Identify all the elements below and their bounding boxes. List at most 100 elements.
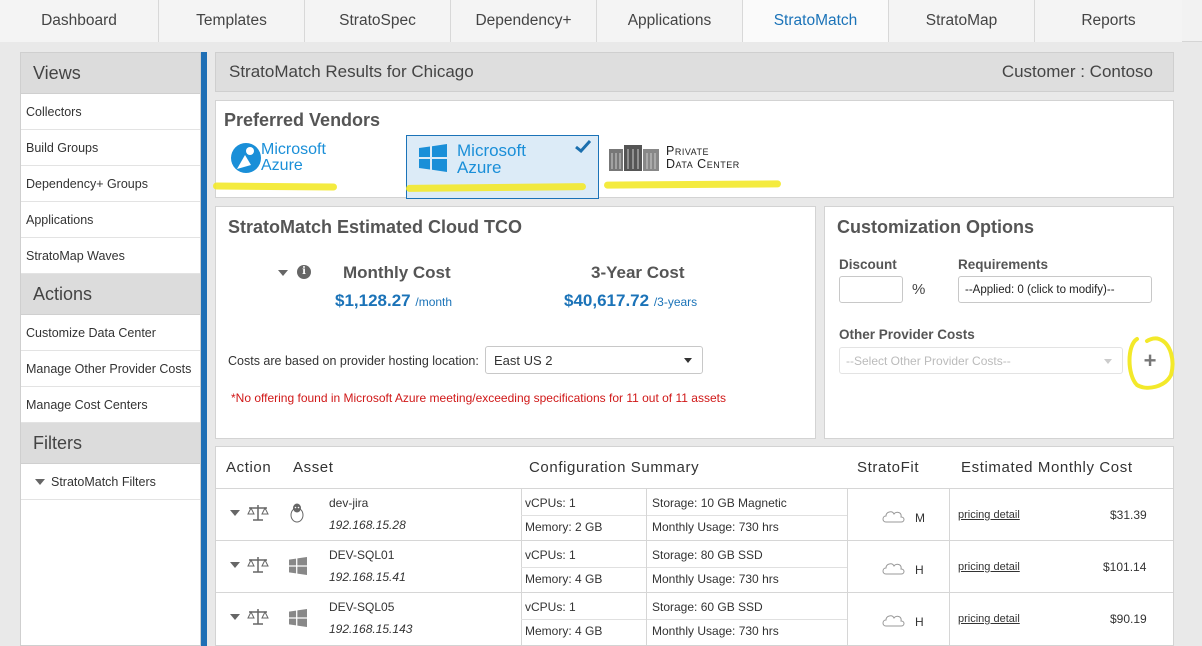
- cell-divider: [847, 541, 848, 593]
- scale-icon[interactable]: [247, 608, 269, 626]
- scale-icon[interactable]: [247, 556, 269, 574]
- discount-input[interactable]: [839, 276, 903, 303]
- vendor-1-line1: Microsoft: [261, 141, 326, 158]
- other-provider-costs-label: Other Provider Costs: [839, 327, 975, 342]
- sidebar-item-dependency-groups[interactable]: Dependency+ Groups: [21, 166, 200, 202]
- monthly-cost: $101.14: [1103, 560, 1147, 574]
- tab-stratospec[interactable]: StratoSpec: [305, 0, 451, 42]
- tab-stratomatch[interactable]: StratoMatch: [743, 0, 889, 42]
- monthly-cost-label: Monthly Cost: [343, 263, 451, 282]
- windows-icon: [289, 557, 307, 575]
- table-row[interactable]: dev-jira 192.168.15.28 vCPUs: 1 Memory: …: [216, 488, 1173, 541]
- info-icon[interactable]: i: [297, 265, 311, 279]
- sidebar-item-applications[interactable]: Applications: [21, 202, 200, 238]
- table-row[interactable]: DEV-SQL05 192.168.15.143 vCPUs: 1 Memory…: [216, 592, 1173, 645]
- asset-ip: 192.168.15.143: [329, 622, 413, 636]
- customer-label: Customer : Contoso: [1001, 62, 1153, 81]
- tab-dashboard[interactable]: Dashboard: [0, 0, 159, 42]
- col-header-estimated-cost: Estimated Monthly Cost: [961, 459, 1133, 476]
- top-nav: Dashboard Templates StratoSpec Dependenc…: [0, 0, 1202, 42]
- windows-icon: [289, 609, 307, 627]
- chevron-down-icon: [1104, 358, 1112, 364]
- col-header-stratofit: StratoFit: [857, 459, 920, 476]
- highlight-mark: [603, 180, 782, 189]
- tab-dependency-plus[interactable]: Dependency+: [451, 0, 597, 42]
- pricing-detail-link[interactable]: pricing detail: [958, 561, 1020, 573]
- cell-divider: [847, 489, 848, 541]
- cloud-icon: [882, 563, 905, 575]
- monthly-cost-unit: /month: [415, 295, 453, 309]
- table-row[interactable]: DEV-SQL01 192.168.15.41 vCPUs: 1 Memory:…: [216, 540, 1173, 593]
- config-storage: Storage: 10 GB Magnetic: [652, 496, 787, 510]
- stratofit-grade: M: [915, 511, 925, 525]
- vendor-2-line1: Microsoft: [457, 141, 526, 160]
- cell-divider: [521, 619, 847, 620]
- sidebar: Views Collectors Build Groups Dependency…: [20, 52, 201, 646]
- tab-reports[interactable]: Reports: [1035, 0, 1182, 42]
- warning-message: *No offering found in Microsoft Azure me…: [231, 391, 726, 405]
- hosting-location-value: East US 2: [494, 352, 553, 368]
- other-provider-costs-select[interactable]: --Select Other Provider Costs--: [839, 347, 1123, 374]
- actions-heading: Actions: [21, 274, 200, 315]
- hosting-location-label: Costs are based on provider hosting loca…: [228, 354, 479, 368]
- three-year-cost-label: 3-Year Cost: [591, 263, 685, 282]
- sidebar-item-stratomatch-filters[interactable]: StratoMatch Filters: [21, 464, 200, 500]
- sidebar-item-manage-cost-centers[interactable]: Manage Cost Centers: [21, 387, 200, 423]
- cell-divider: [521, 515, 847, 516]
- requirements-label: Requirements: [958, 257, 1049, 272]
- chevron-down-icon[interactable]: [230, 562, 240, 568]
- tco-title: StratoMatch Estimated Cloud TCO: [228, 217, 523, 237]
- monthly-cost: $31.39: [1110, 508, 1147, 522]
- tab-stratomap[interactable]: StratoMap: [889, 0, 1035, 42]
- sidebar-item-manage-other-provider-costs[interactable]: Manage Other Provider Costs: [21, 351, 200, 387]
- vendor-2-line2: Azure: [457, 158, 502, 177]
- linux-icon: [290, 503, 304, 523]
- server-rack-icon: [609, 145, 659, 171]
- sidebar-item-build-groups[interactable]: Build Groups: [21, 130, 200, 166]
- cell-divider: [521, 567, 847, 568]
- stratofit-grade: H: [915, 615, 924, 629]
- scale-icon[interactable]: [247, 504, 269, 522]
- tco-panel: StratoMatch Estimated Cloud TCO i Monthl…: [215, 206, 816, 439]
- tab-applications[interactable]: Applications: [597, 0, 743, 42]
- hosting-location-select[interactable]: East US 2: [485, 346, 703, 374]
- pricing-detail-link[interactable]: pricing detail: [958, 509, 1020, 521]
- sidebar-item-customize-data-center[interactable]: Customize Data Center: [21, 315, 200, 351]
- chevron-down-icon[interactable]: [230, 510, 240, 516]
- cell-divider: [646, 593, 647, 645]
- sidebar-accent-bar: [201, 52, 207, 646]
- chevron-down-icon: [684, 358, 692, 363]
- sidebar-item-stratomap-waves[interactable]: StratoMap Waves: [21, 238, 200, 274]
- three-year-cost-amount: $40,617.72: [564, 291, 650, 310]
- config-vcpus: vCPUs: 1: [525, 496, 576, 510]
- asset-name: DEV-SQL05: [329, 600, 395, 614]
- cell-divider: [949, 489, 950, 541]
- sidebar-item-collectors[interactable]: Collectors: [21, 94, 200, 130]
- customization-title: Customization Options: [837, 217, 1034, 237]
- asset-ip: 192.168.15.28: [329, 518, 406, 532]
- config-vcpus: vCPUs: 1: [525, 600, 576, 614]
- vendor-3-line2: Data Center: [666, 157, 740, 171]
- cell-divider: [949, 541, 950, 593]
- cell-divider: [646, 541, 647, 593]
- results-header: StratoMatch Results for Chicago Customer…: [215, 52, 1174, 92]
- filters-heading: Filters: [21, 423, 200, 464]
- vendors-title: Preferred Vendors: [224, 110, 381, 130]
- pricing-detail-link[interactable]: pricing detail: [958, 613, 1020, 625]
- azure-logo-icon: [231, 143, 261, 173]
- page-title: StratoMatch Results for Chicago: [229, 62, 474, 81]
- config-storage: Storage: 60 GB SSD: [652, 600, 763, 614]
- cell-divider: [847, 593, 848, 645]
- filter-label: StratoMatch Filters: [51, 474, 156, 489]
- cell-divider: [949, 593, 950, 645]
- stratofit-grade: H: [915, 563, 924, 577]
- requirements-button[interactable]: --Applied: 0 (click to modify)--: [958, 276, 1152, 303]
- chevron-down-icon[interactable]: [278, 270, 288, 276]
- views-heading: Views: [21, 53, 200, 94]
- cell-divider: [646, 489, 647, 541]
- vendor-private-data-center[interactable]: Private Data Center: [606, 135, 781, 199]
- cloud-icon: [882, 615, 905, 627]
- tab-templates[interactable]: Templates: [159, 0, 305, 42]
- checkmark-icon: [575, 140, 591, 153]
- chevron-down-icon[interactable]: [230, 614, 240, 620]
